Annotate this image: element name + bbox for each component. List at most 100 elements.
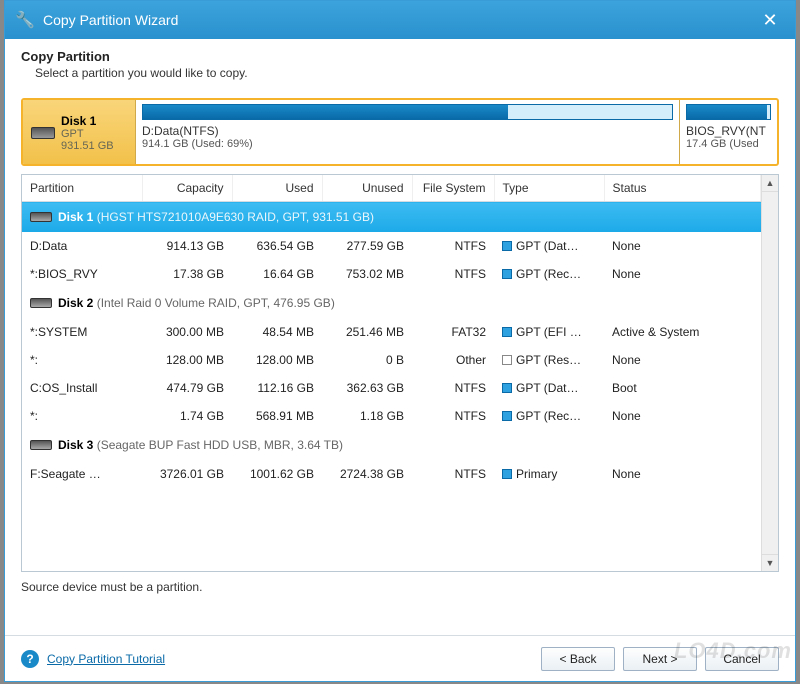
cell-status: None	[604, 232, 761, 260]
type-color-icon	[502, 355, 512, 365]
close-icon[interactable]: ✕	[755, 6, 785, 34]
disk-size: 931.51 GB	[61, 140, 114, 152]
cell-capacity: 300.00 MB	[142, 318, 232, 346]
partition-block-side[interactable]: BIOS_RVY(NT 17.4 GB (Used	[679, 100, 777, 164]
partition-sub: 17.4 GB (Used	[686, 138, 771, 150]
type-color-icon	[502, 411, 512, 421]
cell-unused: 1.18 GB	[322, 402, 412, 430]
cell-type: GPT (Res…	[494, 346, 604, 374]
hdd-icon	[30, 298, 52, 308]
col-unused[interactable]: Unused	[322, 175, 412, 202]
cell-partition: C:OS_Install	[22, 374, 142, 402]
cell-status: None	[604, 402, 761, 430]
cell-status: None	[604, 260, 761, 288]
cell-filesystem: NTFS	[412, 460, 494, 488]
disk-name-label: Disk 3	[58, 438, 93, 452]
partition-sub: 914.1 GB (Used: 69%)	[142, 138, 673, 150]
partition-row[interactable]: *:1.74 GB568.91 MB1.18 GBNTFSGPT (Rec…No…	[22, 402, 761, 430]
vertical-scrollbar[interactable]: ▲ ▼	[761, 175, 778, 571]
col-status[interactable]: Status	[604, 175, 761, 202]
disk-name: Disk 1	[61, 114, 114, 128]
cell-type: GPT (Rec…	[494, 260, 604, 288]
disk-name-label: Disk 1	[58, 210, 93, 224]
col-partition[interactable]: Partition	[22, 175, 142, 202]
cell-unused: 251.46 MB	[322, 318, 412, 346]
type-color-icon	[502, 327, 512, 337]
cell-partition: *:BIOS_RVY	[22, 260, 142, 288]
cell-partition: *:SYSTEM	[22, 318, 142, 346]
cell-partition: F:Seagate …	[22, 460, 142, 488]
cell-filesystem: Other	[412, 346, 494, 374]
cell-type: GPT (Dat…	[494, 374, 604, 402]
page-subtitle: Select a partition you would like to cop…	[21, 66, 779, 80]
page-title: Copy Partition	[21, 49, 779, 64]
help-icon[interactable]: ?	[21, 650, 39, 668]
type-color-icon	[502, 469, 512, 479]
partition-row[interactable]: *:128.00 MB128.00 MB0 BOtherGPT (Res…Non…	[22, 346, 761, 374]
next-button[interactable]: Next >	[623, 647, 697, 671]
partition-row[interactable]: C:OS_Install474.79 GB112.16 GB362.63 GBN…	[22, 374, 761, 402]
disk-detail-label: (Intel Raid 0 Volume RAID, GPT, 476.95 G…	[97, 296, 335, 310]
cell-capacity: 3726.01 GB	[142, 460, 232, 488]
window-title: Copy Partition Wizard	[43, 12, 755, 28]
table-header-row: Partition Capacity Used Unused File Syst…	[22, 175, 761, 202]
wizard-window: 🔧 Copy Partition Wizard ✕ Copy Partition…	[4, 0, 796, 682]
col-capacity[interactable]: Capacity	[142, 175, 232, 202]
cell-used: 1001.62 GB	[232, 460, 322, 488]
wizard-header: Copy Partition Select a partition you wo…	[5, 39, 795, 94]
cell-unused: 277.59 GB	[322, 232, 412, 260]
disk-detail-label: (HGST HTS721010A9E630 RAID, GPT, 931.51 …	[97, 210, 374, 224]
footer-message: Source device must be a partition.	[5, 572, 795, 598]
cell-capacity: 914.13 GB	[142, 232, 232, 260]
cell-used: 16.64 GB	[232, 260, 322, 288]
type-color-icon	[502, 241, 512, 251]
disk-info[interactable]: Disk 1 GPT 931.51 GB	[23, 100, 135, 164]
type-color-icon	[502, 269, 512, 279]
type-color-icon	[502, 383, 512, 393]
hdd-icon	[30, 440, 52, 450]
cell-status: Boot	[604, 374, 761, 402]
titlebar: 🔧 Copy Partition Wizard ✕	[5, 1, 795, 39]
cell-unused: 362.63 GB	[322, 374, 412, 402]
cell-filesystem: NTFS	[412, 232, 494, 260]
scroll-down-icon[interactable]: ▼	[762, 554, 778, 571]
back-button[interactable]: < Back	[541, 647, 615, 671]
cell-used: 636.54 GB	[232, 232, 322, 260]
disk-row[interactable]: Disk 3 (Seagate BUP Fast HDD USB, MBR, 3…	[22, 430, 761, 460]
cell-partition: *:	[22, 402, 142, 430]
partition-table-wrap: Partition Capacity Used Unused File Syst…	[21, 174, 779, 572]
hdd-icon	[30, 212, 52, 222]
cell-partition: *:	[22, 346, 142, 374]
selected-disk-panel: Disk 1 GPT 931.51 GB D:Data(NTFS) 914.1 …	[21, 98, 779, 166]
col-used[interactable]: Used	[232, 175, 322, 202]
cell-status: None	[604, 346, 761, 374]
disk-row[interactable]: Disk 2 (Intel Raid 0 Volume RAID, GPT, 4…	[22, 288, 761, 318]
partition-row[interactable]: F:Seagate …3726.01 GB1001.62 GB2724.38 G…	[22, 460, 761, 488]
app-icon: 🔧	[15, 10, 35, 30]
bottom-bar: ? Copy Partition Tutorial < Back Next > …	[5, 635, 795, 681]
cell-status: None	[604, 460, 761, 488]
partition-label: BIOS_RVY(NT	[686, 124, 771, 138]
hdd-icon	[31, 127, 55, 139]
cell-used: 112.16 GB	[232, 374, 322, 402]
col-filesystem[interactable]: File System	[412, 175, 494, 202]
tutorial-link[interactable]: Copy Partition Tutorial	[47, 652, 165, 666]
cell-type: GPT (EFI …	[494, 318, 604, 346]
cell-unused: 2724.38 GB	[322, 460, 412, 488]
partition-row[interactable]: *:BIOS_RVY17.38 GB16.64 GB753.02 MBNTFSG…	[22, 260, 761, 288]
cell-used: 568.91 MB	[232, 402, 322, 430]
disk-name-label: Disk 2	[58, 296, 93, 310]
col-type[interactable]: Type	[494, 175, 604, 202]
cancel-button[interactable]: Cancel	[705, 647, 779, 671]
disk-row[interactable]: Disk 1 (HGST HTS721010A9E630 RAID, GPT, …	[22, 202, 761, 233]
partition-block-main[interactable]: D:Data(NTFS) 914.1 GB (Used: 69%)	[135, 100, 679, 164]
cell-capacity: 17.38 GB	[142, 260, 232, 288]
cell-type: GPT (Rec…	[494, 402, 604, 430]
partition-row[interactable]: D:Data914.13 GB636.54 GB277.59 GBNTFSGPT…	[22, 232, 761, 260]
cell-partition: D:Data	[22, 232, 142, 260]
scroll-up-icon[interactable]: ▲	[762, 175, 778, 192]
cell-filesystem: NTFS	[412, 374, 494, 402]
cell-capacity: 128.00 MB	[142, 346, 232, 374]
cell-used: 48.54 MB	[232, 318, 322, 346]
partition-row[interactable]: *:SYSTEM300.00 MB48.54 MB251.46 MBFAT32G…	[22, 318, 761, 346]
